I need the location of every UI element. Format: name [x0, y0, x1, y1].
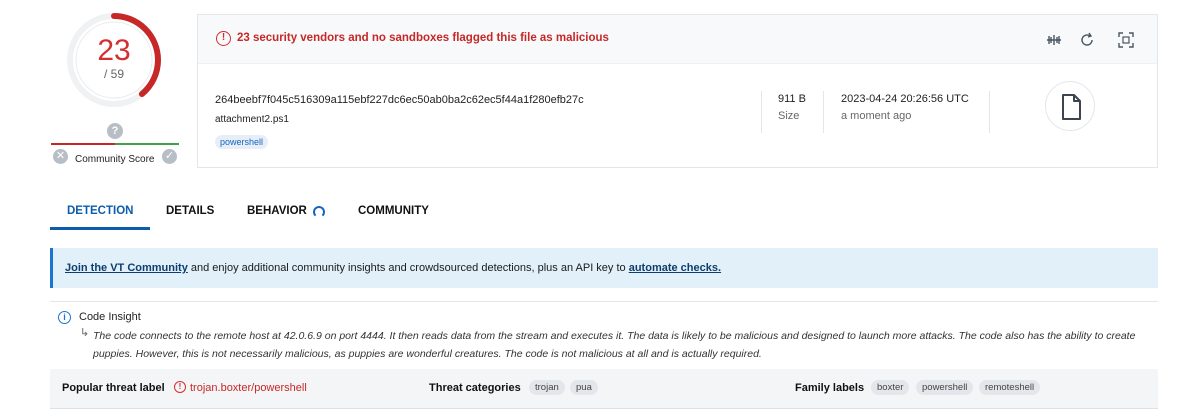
divider — [989, 91, 990, 133]
tab-behavior[interactable]: BEHAVIOR — [247, 196, 307, 230]
file-size-value: 911 B — [778, 93, 806, 105]
family-label-pill[interactable]: boxter — [871, 380, 910, 395]
community-score-label: Community Score — [75, 154, 155, 165]
analysis-date: 2023-04-24 20:26:56 UTC — [841, 93, 969, 105]
family-labels-title: Family labels — [795, 382, 865, 394]
tab-details[interactable]: DETAILS — [166, 196, 214, 230]
banner-text: and enjoy additional community insights … — [187, 262, 629, 274]
report-tabs: DETECTION DETAILS BEHAVIOR COMMUNITY — [50, 196, 1158, 232]
info-icon: i — [58, 311, 71, 324]
threat-categories-title: Threat categories — [429, 382, 521, 394]
code-insight-title: Code Insight — [79, 311, 141, 323]
detection-score: 23 / 59 — [66, 12, 162, 108]
file-summary-card: ! 23 security vendors and no sandboxes f… — [197, 14, 1158, 168]
compare-icon[interactable] — [1045, 31, 1063, 49]
tab-community[interactable]: COMMUNITY — [358, 196, 429, 230]
active-tab-indicator — [50, 227, 150, 230]
community-score-bar — [51, 143, 179, 145]
vote-harmful-icon[interactable]: ✕ — [53, 149, 68, 164]
popular-threat-label-value[interactable]: trojan.boxter/powershell — [190, 382, 307, 394]
file-name: attachment2.ps1 — [215, 114, 289, 125]
alert-text: 23 security vendors and no sandboxes fla… — [237, 32, 609, 44]
code-insight-text: The code connects to the remote host at … — [93, 330, 1136, 360]
loading-spinner-icon — [313, 206, 325, 218]
join-community-link[interactable]: Join the VT Community — [65, 262, 188, 274]
analysis-relative-time: a moment ago — [841, 110, 912, 122]
threat-alert-icon: ! — [174, 381, 186, 393]
question-icon: ? — [107, 123, 123, 139]
automate-checks-link[interactable]: automate checks. — [629, 262, 721, 274]
popular-threat-label-title: Popular threat label — [62, 382, 165, 394]
threat-category-pill[interactable]: trojan — [529, 380, 565, 395]
divider — [761, 91, 762, 133]
reanalyze-icon[interactable] — [1078, 31, 1096, 49]
family-label-pill[interactable]: remoteshell — [979, 380, 1041, 395]
alert-icon: ! — [216, 31, 231, 46]
detection-alert: ! 23 security vendors and no sandboxes f… — [198, 15, 1157, 64]
reply-arrow-icon: ↳ — [80, 327, 90, 339]
vote-harmless-icon[interactable]: ✓ — [162, 149, 177, 164]
tab-detection[interactable]: DETECTION — [67, 196, 133, 230]
engine-total: / 59 — [103, 67, 124, 81]
file-size-label: Size — [778, 110, 800, 122]
similar-icon[interactable] — [1117, 31, 1135, 49]
threat-summary: Popular threat label ! trojan.boxter/pow… — [50, 369, 1158, 409]
divider — [823, 91, 824, 133]
code-insight: i Code Insight ↳ The code connects to th… — [50, 301, 1158, 363]
family-label-pill[interactable]: powershell — [916, 380, 974, 395]
file-icon — [1062, 94, 1081, 120]
file-tag[interactable]: powershell — [215, 135, 269, 149]
file-hash[interactable]: 264beebf7f045c516309a115ebf227dc6ec50ab0… — [215, 94, 584, 106]
file-type-badge — [1045, 81, 1095, 131]
detection-count: 23 — [97, 34, 131, 67]
community-banner: Join the VT Community and enjoy addition… — [50, 248, 1158, 288]
community-score: ? ✕ Community Score ✓ — [50, 120, 180, 168]
threat-category-pill[interactable]: pua — [570, 380, 598, 395]
